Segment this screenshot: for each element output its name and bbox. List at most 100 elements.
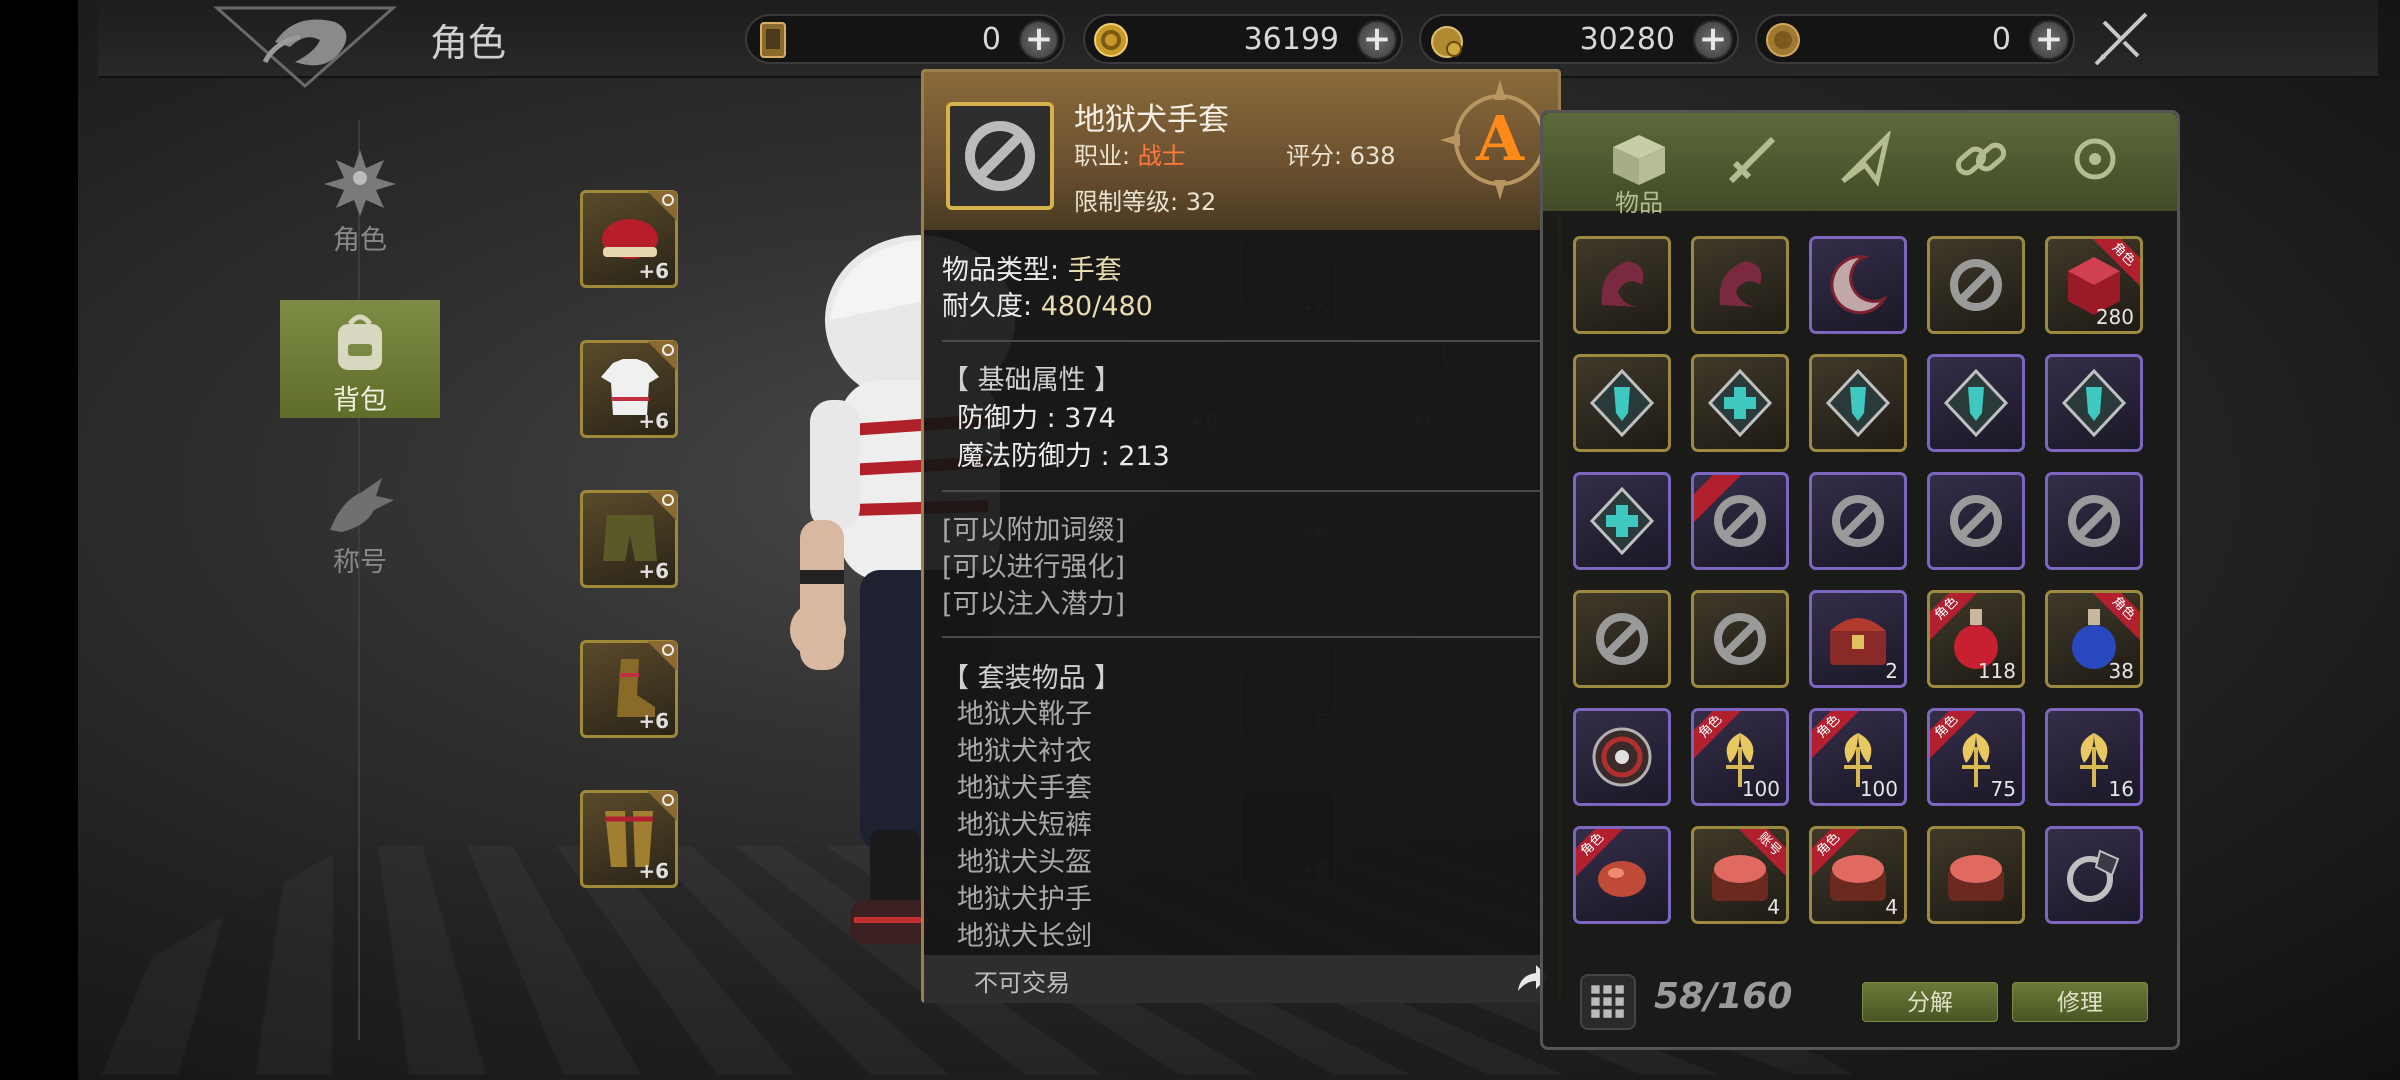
item-quantity: 280 — [2095, 305, 2134, 329]
equip-slot-helmet[interactable]: +6 — [580, 190, 678, 288]
nav-item-title[interactable]: 称号 — [280, 462, 440, 580]
add-currency-button[interactable]: + — [2029, 20, 2069, 60]
decompose-button[interactable]: 分解 — [1862, 982, 1998, 1022]
inventory-slot[interactable]: 角色 118 — [1927, 590, 2025, 688]
inventory-slot[interactable] — [2045, 354, 2143, 452]
level-requirement: 限制等级: 32 — [1074, 188, 1217, 216]
prohibited-icon — [965, 121, 1035, 191]
currency-gold: 36199 + — [1083, 14, 1403, 64]
game-scene: 角色 0 + 36199 + 30280 + 0 + 角色 背包 称号 +6 +… — [0, 0, 2400, 1080]
page-title: 角色 — [430, 21, 507, 65]
inventory-slot[interactable]: 2 — [1809, 590, 1907, 688]
moon-crescent-icon — [1830, 255, 1888, 315]
inventory-slot[interactable] — [1691, 236, 1789, 334]
inventory-slot[interactable] — [1573, 236, 1671, 334]
close-icon[interactable] — [2090, 8, 2152, 70]
equip-slot-leg-guards[interactable]: +6 — [580, 790, 678, 888]
inventory-slot[interactable] — [1573, 472, 1671, 570]
inventory-slot[interactable] — [1809, 236, 1907, 334]
capability-affix: [可以附加词缀] — [942, 515, 1126, 546]
inventory-slot[interactable] — [1809, 472, 1907, 570]
cyan-shield-icon — [1825, 369, 1891, 437]
nav-item-bag[interactable]: 背包 — [280, 300, 440, 418]
inventory-slot[interactable] — [1573, 708, 1671, 806]
dragon-emblem-icon — [213, 6, 397, 88]
tab-weapons[interactable] — [1713, 123, 1793, 203]
capability-potential: [可以注入潜力] — [942, 589, 1126, 620]
inventory-slot[interactable] — [1927, 826, 2025, 924]
nav-item-character[interactable]: 角色 — [280, 140, 440, 258]
nav-label: 角色 — [333, 225, 387, 256]
inventory-slot[interactable]: 角色 75 — [1927, 708, 2025, 806]
equip-slot-shirt[interactable]: +6 — [580, 340, 678, 438]
grid-view-icon[interactable] — [1580, 974, 1636, 1030]
inventory-slot[interactable]: 16 — [2045, 708, 2143, 806]
add-currency-button[interactable]: + — [1019, 20, 1059, 60]
grid-icon — [1591, 985, 1624, 1018]
item-quantity: 75 — [1990, 777, 2016, 801]
inventory-slot[interactable]: 角色 280 — [2045, 236, 2143, 334]
class-value: 战士 — [1137, 142, 1186, 170]
tab-items[interactable]: 物品 — [1599, 123, 1679, 217]
item-quantity: 16 — [2108, 777, 2134, 801]
tooltip-footer: 不可交易 — [924, 955, 1558, 1003]
equip-slot-boots[interactable]: +6 — [580, 640, 678, 738]
nav-label: 背包 — [333, 385, 387, 416]
class-label: 职业: — [1074, 142, 1138, 170]
inventory-slot[interactable] — [2045, 826, 2143, 924]
screen-edge — [0, 0, 78, 1080]
inventory-slot[interactable]: 角色 38 — [2045, 590, 2143, 688]
inventory-slot[interactable] — [1927, 354, 2025, 452]
enhance-lock-icon — [647, 341, 677, 371]
item-type: 物品类型: 手套 — [942, 248, 1122, 287]
inventory-slot[interactable] — [1691, 590, 1789, 688]
inventory-slot[interactable]: 角色 100 — [1809, 708, 1907, 806]
type-label: 物品类型: — [942, 255, 1068, 286]
inventory-slot[interactable] — [1691, 472, 1789, 570]
prohibited-icon — [1950, 259, 2002, 311]
prohibited-icon — [2068, 495, 2120, 547]
character-star-icon — [324, 150, 396, 216]
cyan-cross-shield-icon — [1707, 369, 1773, 437]
prohibited-icon — [1950, 495, 2002, 547]
tab-arrows[interactable] — [1827, 123, 1907, 203]
inventory-slot[interactable] — [1691, 354, 1789, 452]
inventory-slot[interactable]: 角色 — [1573, 826, 1671, 924]
inventory-slot[interactable] — [1573, 590, 1671, 688]
inventory-slot[interactable] — [2045, 472, 2143, 570]
inventory-slot[interactable] — [1809, 354, 1907, 452]
equip-slot-shorts[interactable]: +6 — [580, 490, 678, 588]
inventory-slot[interactable]: 账号 4 — [1691, 826, 1789, 924]
treasure-chest-icon — [1830, 618, 1886, 665]
inventory-slot[interactable]: 角色 4 — [1809, 826, 1907, 924]
divider — [942, 490, 1542, 492]
tab-links[interactable] — [1941, 123, 2021, 203]
bronze-coin-icon — [1766, 23, 1800, 57]
inventory-slot[interactable] — [1927, 236, 2025, 334]
set-title: 【 套装物品 】 — [942, 663, 1122, 694]
item-score: 评分: 638 — [1286, 142, 1396, 170]
item-name: 地狱犬手套 — [1074, 102, 1229, 138]
type-value: 手套 — [1067, 255, 1122, 286]
add-currency-button[interactable]: + — [1693, 20, 1733, 60]
add-currency-button[interactable]: + — [1357, 20, 1397, 60]
item-quantity: 4 — [1767, 895, 1780, 919]
repair-button[interactable]: 修理 — [2012, 982, 2148, 1022]
enhance-level: +6 — [638, 259, 669, 283]
inventory-slot[interactable] — [1927, 472, 2025, 570]
inventory-slot[interactable]: 角色 100 — [1691, 708, 1789, 806]
stat-defense: 防御力 : 374 — [957, 403, 1116, 434]
enhance-lock-icon — [647, 791, 677, 821]
cyan-cross-shield-icon — [1589, 487, 1655, 555]
currency-bronze: 0 + — [1755, 14, 2075, 64]
cyan-shield-icon — [1943, 369, 2009, 437]
spiral-orb-icon — [1592, 727, 1652, 787]
crimson-claw-icon — [1719, 261, 1762, 307]
arrowhead-icon — [1841, 131, 1891, 187]
item-quantity: 38 — [2108, 659, 2134, 683]
prohibited-icon — [1714, 613, 1766, 665]
ring-icon — [2067, 849, 2120, 902]
inventory-slot[interactable] — [1573, 354, 1671, 452]
tab-recycle[interactable] — [2055, 123, 2135, 203]
item-quantity: 100 — [1859, 777, 1898, 801]
